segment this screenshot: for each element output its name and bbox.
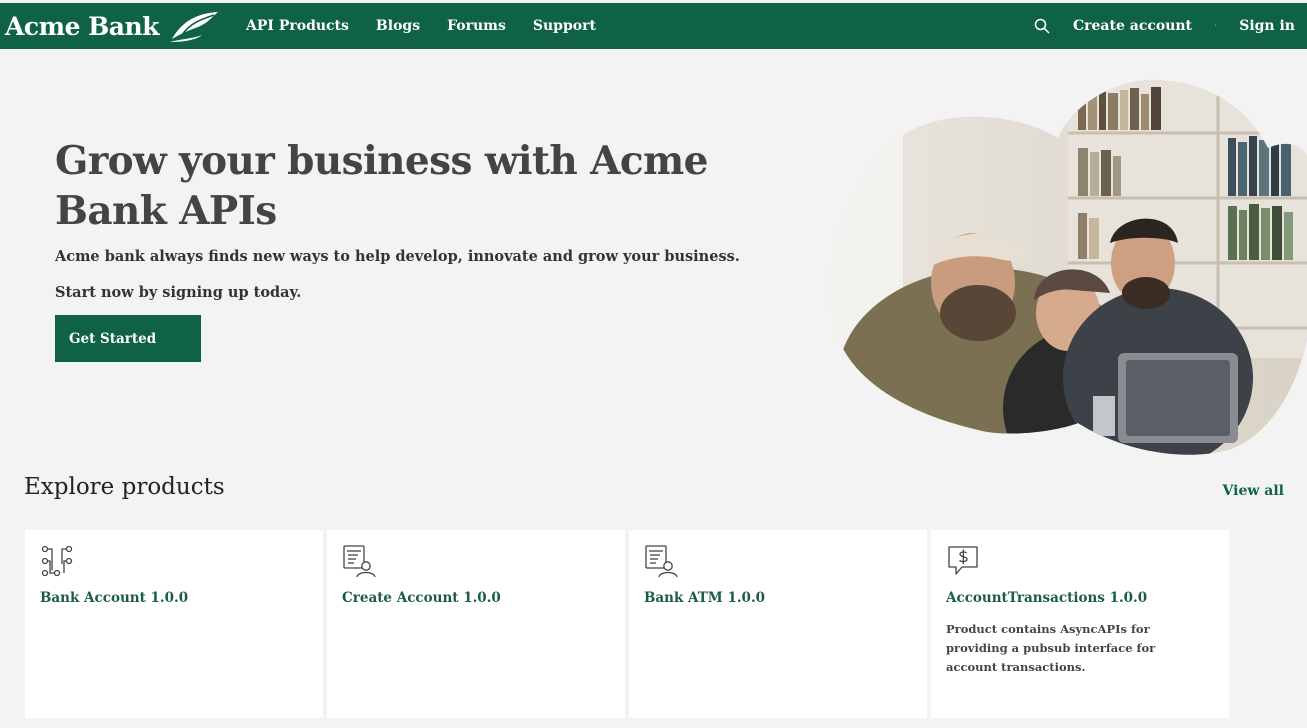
nav-forums[interactable]: Forums: [447, 18, 506, 34]
document-user-icon: [343, 545, 376, 578]
account-nav: Create account · Sign in: [1033, 3, 1295, 49]
product-card-account-transactions[interactable]: AccountTransactions 1.0.0 Product contai…: [931, 530, 1229, 718]
brand-name: Acme Bank: [5, 11, 160, 41]
nav-api-products[interactable]: API Products: [246, 18, 349, 34]
flow-diagram-icon: [41, 545, 73, 577]
nav-separator: ·: [1214, 20, 1218, 32]
product-card-bank-atm[interactable]: Bank ATM 1.0.0: [629, 530, 927, 718]
top-navigation-bar: Acme Bank API Products Blogs Forums Supp…: [0, 3, 1307, 49]
brand-logo-link[interactable]: Acme Bank: [5, 3, 220, 49]
product-title[interactable]: Bank ATM 1.0.0: [644, 590, 912, 606]
search-icon[interactable]: [1033, 17, 1051, 35]
hero-photo: [830, 79, 1307, 455]
document-user-icon: [645, 545, 678, 578]
sign-in-link[interactable]: Sign in: [1239, 18, 1295, 34]
product-title[interactable]: Bank Account 1.0.0: [40, 590, 308, 606]
product-title[interactable]: Create Account 1.0.0: [342, 590, 610, 606]
product-description: Product contains AsyncAPIs for providing…: [946, 622, 1156, 674]
nav-blogs[interactable]: Blogs: [376, 18, 420, 34]
product-title[interactable]: AccountTransactions 1.0.0: [946, 590, 1214, 606]
leaf-icon: [170, 12, 219, 42]
dollar-chat-icon: [948, 546, 978, 575]
hero-subtitle: Acme bank always finds new ways to help …: [55, 248, 740, 265]
hero-title: Grow your business with Acme Bank APIs: [55, 138, 708, 234]
get-started-button[interactable]: Get Started: [55, 315, 201, 362]
view-all-link[interactable]: View all: [1223, 483, 1284, 499]
primary-nav: API Products Blogs Forums Support: [246, 18, 623, 34]
nav-support[interactable]: Support: [533, 18, 596, 34]
create-account-link[interactable]: Create account: [1073, 18, 1192, 34]
explore-products-heading: Explore products: [24, 474, 225, 500]
product-cards: Bank Account 1.0.0 Create Account 1.0.0 …: [25, 530, 1233, 718]
product-card-create-account[interactable]: Create Account 1.0.0: [327, 530, 625, 718]
product-card-bank-account[interactable]: Bank Account 1.0.0: [25, 530, 323, 718]
hero-call-to-action-text: Start now by signing up today.: [55, 284, 302, 301]
